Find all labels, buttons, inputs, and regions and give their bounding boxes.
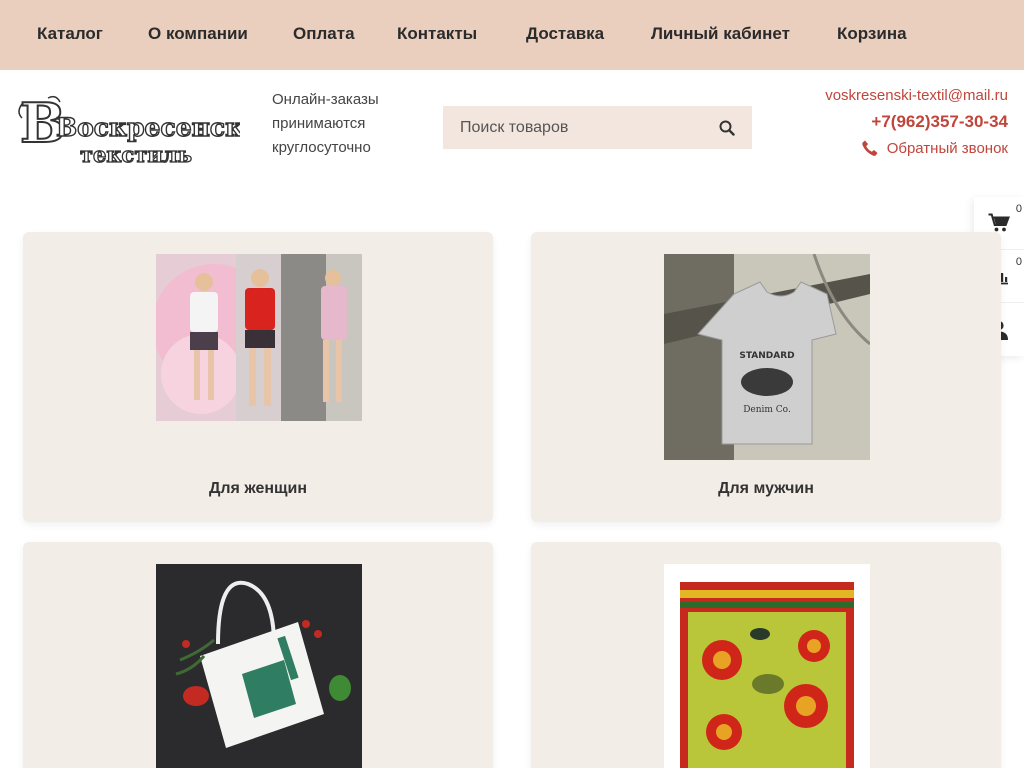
nav-delivery[interactable]: Доставка xyxy=(526,24,604,44)
hours-line: круглосуточно xyxy=(272,139,371,156)
phone-link[interactable]: +7(962)357-30-34 xyxy=(825,112,1008,132)
category-image-textile xyxy=(664,564,870,768)
hours-line: принимаются xyxy=(272,115,366,132)
nav-cart[interactable]: Корзина xyxy=(837,24,907,44)
order-hours-note: Онлайн-заказы принимаются круглосуточно xyxy=(272,88,379,160)
callback-button[interactable]: Обратный звонок xyxy=(825,139,1008,157)
svg-text:Воскресенский: Воскресенский xyxy=(56,113,240,142)
email-link[interactable]: voskresenski-textil@mail.ru xyxy=(825,87,1008,104)
cart-count-badge: 0 xyxy=(1015,203,1022,215)
category-card-textile[interactable] xyxy=(531,542,1001,768)
nav-account[interactable]: Личный кабинет xyxy=(651,24,790,44)
nav-payment[interactable]: Оплата xyxy=(293,24,355,44)
svg-text:Denim Co.: Denim Co. xyxy=(743,405,791,415)
svg-text:STANDARD: STANDARD xyxy=(739,351,794,361)
cart-icon xyxy=(988,213,1010,232)
nav-catalog[interactable]: Каталог xyxy=(37,24,103,44)
hours-line: Онлайн-заказы xyxy=(272,91,379,108)
logo-image: В Воскресенский текстиль xyxy=(18,90,281,168)
callback-label: Обратный звонок xyxy=(886,139,1008,157)
category-title: Для мужчин xyxy=(718,480,814,497)
compare-count-badge: 0 xyxy=(1015,256,1022,268)
category-card-men[interactable]: STANDARD Denim Co. Для мужчин xyxy=(531,232,1001,522)
category-image-women xyxy=(156,254,362,421)
phone-icon xyxy=(861,140,878,156)
search-icon xyxy=(719,120,735,136)
category-image-men: STANDARD Denim Co. xyxy=(664,254,870,460)
category-card-bags[interactable] xyxy=(23,542,493,768)
header-contacts: voskresenski-textil@mail.ru +7(962)357-3… xyxy=(825,87,1008,157)
category-card-women[interactable]: Для женщин xyxy=(23,232,493,522)
svg-text:текстиль: текстиль xyxy=(80,142,192,167)
search-button[interactable] xyxy=(702,106,752,149)
nav-contacts[interactable]: Контакты xyxy=(397,24,477,44)
category-image-bags xyxy=(156,564,362,768)
site-logo[interactable]: В Воскресенский текстиль xyxy=(18,90,281,168)
top-navigation: Каталог О компании Оплата Контакты Доста… xyxy=(0,0,1024,70)
nav-about[interactable]: О компании xyxy=(148,24,248,44)
search-input[interactable] xyxy=(443,106,703,149)
category-title: Для женщин xyxy=(208,480,308,497)
search-box xyxy=(443,106,752,149)
